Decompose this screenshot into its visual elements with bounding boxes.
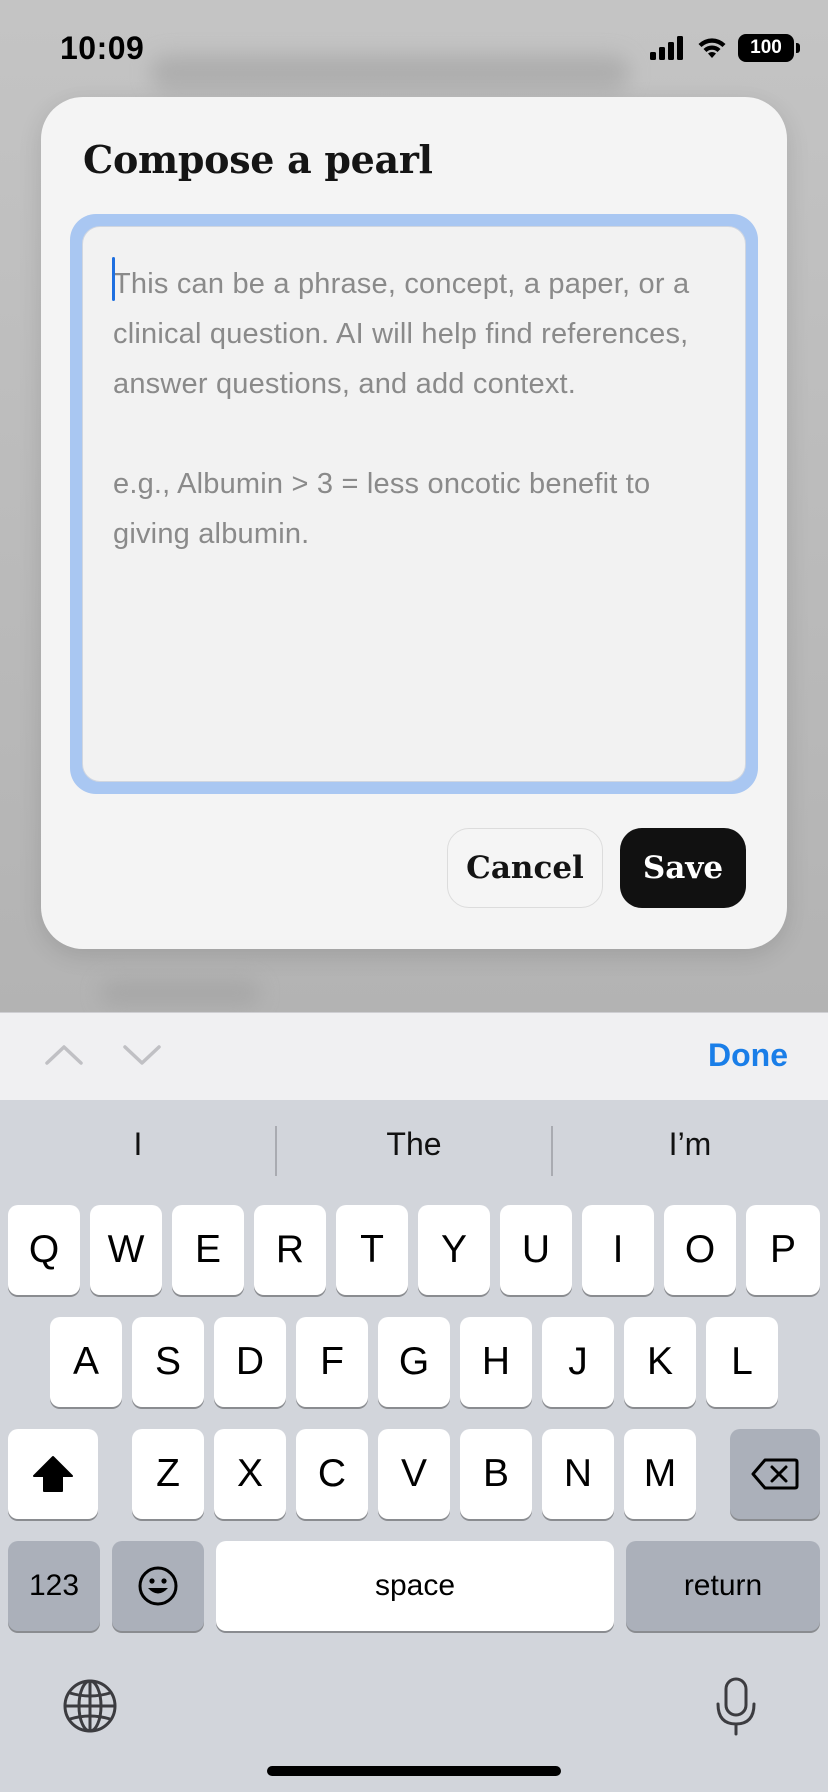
predictive-bar: I The I’m [0,1100,828,1200]
status-time: 10:09 [60,30,145,66]
key-o[interactable]: O [664,1205,736,1295]
background-blur [100,980,260,1006]
key-z[interactable]: Z [132,1429,204,1519]
keyboard: I The I’m Q W E R T Y U I O P A S D F G … [0,1100,828,1792]
pearl-text-input[interactable]: This can be a phrase, concept, a paper, … [82,226,746,782]
key-n[interactable]: N [542,1429,614,1519]
cancel-button[interactable]: Cancel [447,828,603,908]
key-k[interactable]: K [624,1317,696,1407]
emoji-icon [138,1566,178,1606]
chevron-up-icon[interactable] [44,1039,84,1071]
done-button[interactable]: Done [708,1037,788,1074]
numbers-key[interactable]: 123 [8,1541,100,1631]
dialog-title: Compose a pearl [83,137,433,182]
delete-key[interactable] [730,1429,820,1519]
emoji-key[interactable] [112,1541,204,1631]
wifi-icon [698,38,726,58]
key-r[interactable]: R [254,1205,326,1295]
shift-icon [33,1456,73,1492]
key-i[interactable]: I [582,1205,654,1295]
home-indicator [267,1766,561,1776]
key-g[interactable]: G [378,1317,450,1407]
suggestion-3[interactable]: I’m [552,1126,828,1163]
backspace-icon [751,1458,799,1490]
return-key[interactable]: return [626,1541,820,1631]
key-f[interactable]: F [296,1317,368,1407]
key-q[interactable]: Q [8,1205,80,1295]
save-button[interactable]: Save [620,828,746,908]
key-t[interactable]: T [336,1205,408,1295]
key-h[interactable]: H [460,1317,532,1407]
space-key[interactable]: space [216,1541,614,1631]
globe-icon[interactable] [62,1678,118,1734]
key-m[interactable]: M [624,1429,696,1519]
key-a[interactable]: A [50,1317,122,1407]
key-v[interactable]: V [378,1429,450,1519]
shift-key[interactable] [8,1429,98,1519]
key-b[interactable]: B [460,1429,532,1519]
battery-icon: 100 [738,34,800,62]
pearl-text-placeholder: This can be a phrase, concept, a paper, … [113,268,690,550]
key-c[interactable]: C [296,1429,368,1519]
chevron-down-icon[interactable] [122,1039,162,1071]
key-e[interactable]: E [172,1205,244,1295]
key-l[interactable]: L [706,1317,778,1407]
cellular-signal-icon [650,36,683,60]
suggestion-2[interactable]: The [276,1126,552,1163]
key-d[interactable]: D [214,1317,286,1407]
microphone-icon[interactable] [714,1676,758,1738]
key-j[interactable]: J [542,1317,614,1407]
suggestion-1[interactable]: I [0,1126,276,1163]
key-x[interactable]: X [214,1429,286,1519]
keyboard-accessory-bar: Done [0,1012,828,1100]
textarea-focus-ring: This can be a phrase, concept, a paper, … [70,214,758,794]
key-y[interactable]: Y [418,1205,490,1295]
status-bar: 10:09 100 [0,0,828,100]
key-p[interactable]: P [746,1205,820,1295]
status-icons: 100 [650,34,800,62]
compose-dialog: Compose a pearl This can be a phrase, co… [41,97,787,949]
text-caret [112,257,115,301]
key-u[interactable]: U [500,1205,572,1295]
key-s[interactable]: S [132,1317,204,1407]
key-w[interactable]: W [90,1205,162,1295]
